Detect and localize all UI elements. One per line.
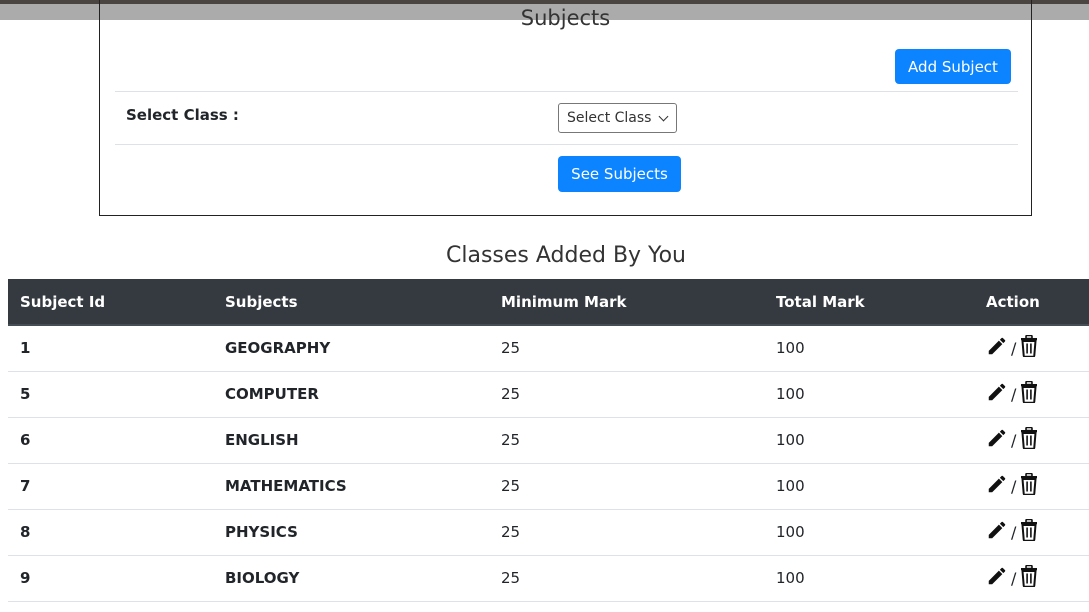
action-separator: /: [1011, 568, 1017, 588]
cell-subject-id: 7: [20, 477, 31, 495]
cell-minimum-mark: 25: [501, 339, 521, 358]
trash-icon[interactable]: [1019, 472, 1039, 499]
chevron-down-icon: [658, 111, 669, 122]
trash-icon[interactable]: [1019, 426, 1039, 453]
cell-subject-id: 8: [20, 523, 31, 541]
table-row: 1 GEOGRAPHY 25 100 /: [8, 325, 1089, 371]
cell-action: /: [974, 325, 1089, 371]
cell-subject: GEOGRAPHY: [225, 339, 331, 358]
pencil-icon[interactable]: [986, 427, 1008, 453]
cell-total-mark: 100: [776, 431, 805, 449]
action-separator: /: [1011, 476, 1017, 496]
pencil-icon[interactable]: [986, 565, 1008, 591]
table-header-row: Subject Id Subjects Minimum Mark Total M…: [8, 279, 1089, 326]
trash-icon[interactable]: [1019, 518, 1039, 545]
cell-action: /: [974, 417, 1089, 463]
cell-subject: PHYSICS: [225, 523, 298, 541]
cell-minimum-mark: 25: [501, 431, 521, 449]
subjects-table: Subject Id Subjects Minimum Mark Total M…: [8, 279, 1089, 602]
see-subjects-button[interactable]: See Subjects: [558, 156, 681, 192]
cell-total-mark: 100: [776, 523, 805, 541]
divider: [115, 91, 1018, 92]
card-title: Subjects: [520, 6, 611, 30]
cell-total-mark: 100: [776, 385, 805, 403]
select-class-dropdown[interactable]: Select Class: [558, 103, 677, 133]
header-action: Action: [974, 279, 1089, 326]
cell-subject-id: 5: [20, 385, 31, 403]
cell-subject-id: 6: [20, 431, 31, 449]
action-separator: /: [1011, 384, 1017, 404]
cell-subject: BIOLOGY: [225, 569, 300, 587]
header-subject-id: Subject Id: [8, 279, 213, 326]
cell-action: /: [974, 463, 1089, 509]
cell-minimum-mark: 25: [501, 477, 521, 495]
cell-total-mark: 100: [776, 339, 805, 358]
select-class-value: Select Class: [567, 110, 652, 126]
pencil-icon[interactable]: [986, 381, 1008, 407]
action-separator: /: [1011, 522, 1017, 542]
cell-action: /: [974, 371, 1089, 417]
trash-icon[interactable]: [1019, 564, 1039, 591]
trash-icon[interactable]: [1019, 380, 1039, 407]
cell-subject-id: 9: [20, 569, 31, 587]
action-separator: /: [1011, 430, 1017, 450]
cell-total-mark: 100: [776, 569, 805, 587]
table-row: 5 COMPUTER 25 100 /: [8, 371, 1089, 417]
cell-action: /: [974, 509, 1089, 555]
cell-total-mark: 100: [776, 477, 805, 495]
table-row: 8 PHYSICS 25 100 /: [8, 509, 1089, 555]
cell-subject: MATHEMATICS: [225, 477, 347, 495]
subjects-card: Subjects Add Subject Select Class : Sele…: [99, 0, 1032, 216]
header-total-mark: Total Mark: [764, 279, 974, 326]
action-separator: /: [1011, 338, 1017, 358]
cell-minimum-mark: 25: [501, 569, 521, 587]
cell-minimum-mark: 25: [501, 385, 521, 403]
header-minimum-mark: Minimum Mark: [489, 279, 764, 326]
cell-action: /: [974, 555, 1089, 601]
table-row: 6 ENGLISH 25 100 /: [8, 417, 1089, 463]
section-title: Classes Added By You: [446, 243, 686, 268]
cell-subject-id: 1: [20, 339, 31, 358]
divider: [115, 144, 1018, 145]
table-row: 9 BIOLOGY 25 100 /: [8, 555, 1089, 601]
trash-icon[interactable]: [1019, 334, 1039, 361]
cell-subject: COMPUTER: [225, 385, 319, 403]
pencil-icon[interactable]: [986, 519, 1008, 545]
header-subjects: Subjects: [213, 279, 489, 326]
pencil-icon[interactable]: [986, 335, 1008, 361]
pencil-icon[interactable]: [986, 473, 1008, 499]
table-row: 7 MATHEMATICS 25 100 /: [8, 463, 1089, 509]
select-class-label: Select Class :: [126, 106, 239, 124]
cell-subject: ENGLISH: [225, 431, 299, 449]
add-subject-button[interactable]: Add Subject: [895, 49, 1011, 84]
cell-minimum-mark: 25: [501, 523, 521, 541]
